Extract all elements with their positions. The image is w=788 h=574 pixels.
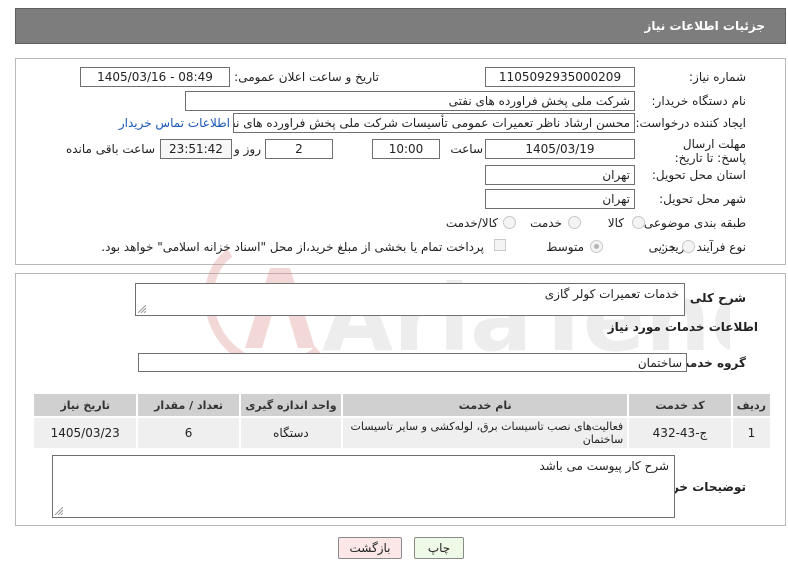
announce-datetime-field[interactable]: 1405/03/16 - 08:49 [80,67,230,87]
page-header: جزئیات اطلاعات نیاز [15,8,786,44]
cell-quantity: 6 [136,416,241,450]
cell-service-code: ج-43-432 [627,416,733,450]
days-and-label: روز و [234,142,261,156]
buyer-org-label: نام دستگاه خریدار: [651,94,747,108]
buyer-notes-text: شرح کار پیوست می باشد [539,459,669,473]
service-group-field[interactable]: ساختمان [138,353,687,372]
col-unit: واحد اندازه گیری [238,392,344,418]
deadline-label: مهلت ارسال پاسخ: تا تاریخ: [674,137,746,165]
category-service-label: خدمت [530,216,562,230]
general-desc-text: خدمات تعمیرات کولر گازی [544,287,679,301]
table-header-row: ردیف کد خدمت نام خدمت واحد اندازه گیری ت… [31,392,773,418]
delivery-city-field[interactable]: تهران [485,189,635,209]
cell-need-date: 1405/03/23 [31,416,139,450]
col-service-name: نام خدمت [341,392,630,418]
delivery-province-field[interactable]: تهران [485,165,635,185]
requester-field[interactable]: محسن ارشاد ناظر تعمیرات عمومی تأسیسات شر… [233,113,635,133]
remaining-label: ساعت باقی مانده [65,142,155,156]
buyer-contact-link[interactable]: اطلاعات تماس خریدار [119,116,230,130]
resize-grip-icon[interactable] [55,507,63,515]
category-goods-radio[interactable] [632,216,645,229]
cell-unit: دستگاه [238,416,344,450]
cell-row-number: 1 [730,416,773,450]
announce-datetime-label: تاریخ و ساعت اعلان عمومی: [234,70,379,84]
table-row[interactable]: 1 ج-43-432 فعالیت‌های نصب تاسیسات برق، ل… [31,416,773,450]
deadline-time-field[interactable]: 10:00 [372,139,440,159]
col-quantity: تعداد / مقدار [136,392,241,418]
delivery-province-label: استان محل تحویل: [651,168,746,182]
col-row-number: ردیف [730,392,773,418]
deadline-date-field[interactable]: 1405/03/19 [485,139,635,159]
need-number-label: شماره نیاز: [689,70,746,84]
page-title: جزئیات اطلاعات نیاز [644,19,765,33]
delivery-city-label: شهر محل تحویل: [659,192,746,206]
hour-label: ساعت [450,142,483,156]
requester-label: ایجاد کننده درخواست: [635,116,746,130]
category-goods-service-radio[interactable] [503,216,516,229]
col-service-code: کد خدمت [627,392,733,418]
col-need-date: تاریخ نیاز [31,392,139,418]
remaining-time-field: 23:51:42 [160,139,232,159]
resize-grip-icon[interactable] [138,305,146,313]
days-field[interactable]: 2 [265,139,333,159]
buyer-org-field[interactable]: شرکت ملی پخش فراورده های نفتی [185,91,635,111]
services-table: ردیف کد خدمت نام خدمت واحد اندازه گیری ت… [31,392,773,450]
buyer-notes-textarea[interactable]: شرح کار پیوست می باشد [52,455,675,518]
print-button[interactable]: چاپ [414,537,464,559]
services-info-heading: اطلاعات خدمات مورد نیاز [607,320,758,334]
category-goods-service-label: کالا/خدمت [445,216,498,230]
category-service-radio[interactable] [568,216,581,229]
cell-service-name: فعالیت‌های نصب تاسیسات برق، لوله‌کشی و س… [341,416,630,450]
back-button[interactable]: بازگشت [338,537,402,559]
general-desc-textarea[interactable]: خدمات تعمیرات کولر گازی [135,283,685,316]
need-number-field[interactable]: 1105092935000209 [485,67,635,87]
category-label: طبقه بندی موضوعی: [639,216,746,230]
category-goods-label: کالا [607,216,624,230]
